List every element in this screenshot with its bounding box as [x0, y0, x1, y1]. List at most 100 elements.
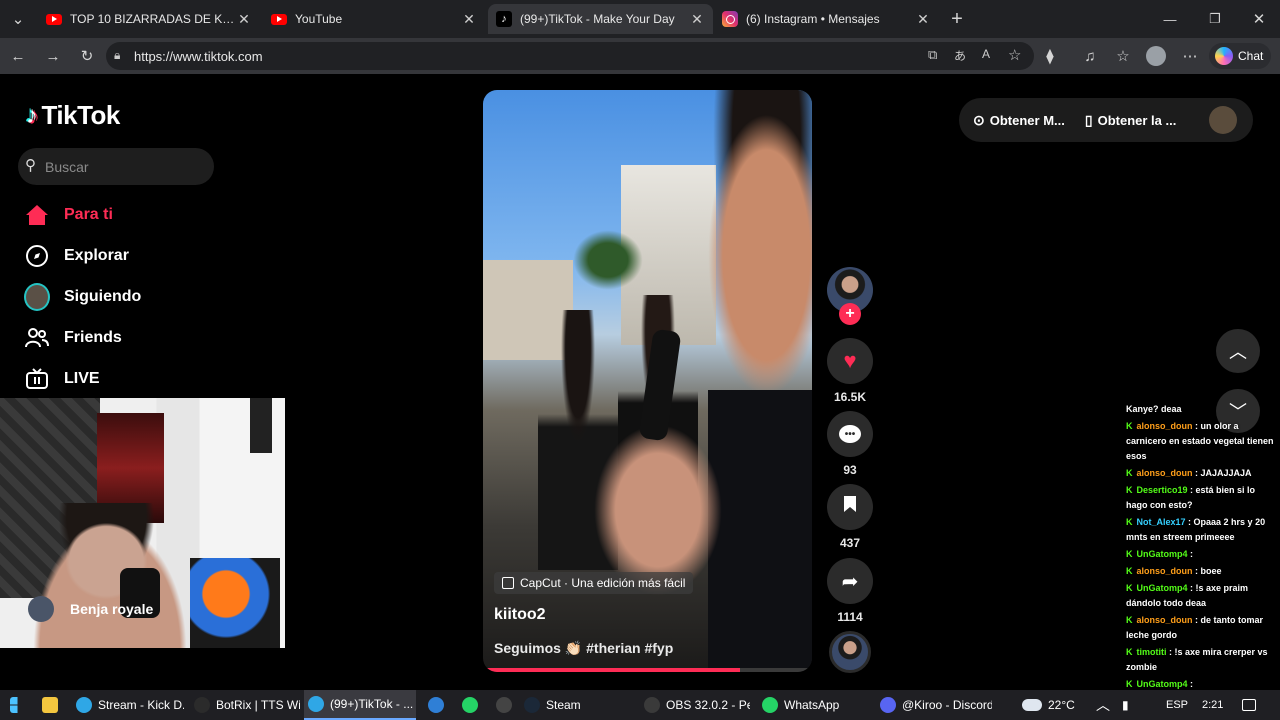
get-desktop-button[interactable]: ▯ Obtener la ... [1085, 112, 1176, 129]
profile-avatar-icon[interactable] [1146, 46, 1166, 66]
comment-button[interactable]: ••• [827, 411, 873, 457]
mail-icon [428, 697, 444, 713]
browser-tab[interactable]: YouTube ✕ [263, 4, 485, 34]
chat-separator: : [1192, 468, 1201, 478]
comment-count: 93 [843, 463, 857, 477]
clock[interactable]: 2:21 [1202, 690, 1223, 720]
restore-icon[interactable]: ❐ [1205, 9, 1225, 29]
more-menu-icon[interactable]: ⋯ [1180, 46, 1200, 66]
chat-username: Desertico19 [1136, 485, 1188, 495]
webcam-person [20, 503, 200, 648]
tab-title: (99+)TikTok - Make Your Day [520, 12, 675, 26]
video-frame-palm [573, 230, 643, 290]
profile-avatar[interactable] [1209, 106, 1237, 134]
open-in-app-icon[interactable]: ⧉ [928, 47, 937, 63]
close-window-icon[interactable]: ✕ [1249, 9, 1269, 29]
capcut-icon [502, 577, 514, 589]
notification-icon[interactable] [1242, 690, 1262, 720]
sound-avatar[interactable] [829, 631, 871, 673]
chevron-up-icon: ︿ [1229, 342, 1247, 362]
taskbar-app-label: BotRix | TTS Wi... [216, 698, 300, 712]
stream-chat-overlay: Kanye? deaa Kalonso_doun : un olor a carn… [1126, 402, 1276, 690]
back-icon[interactable]: ← [8, 46, 28, 66]
nav-item-explore[interactable]: Explorar [24, 241, 129, 271]
account-avatar [28, 596, 54, 622]
new-tab-icon[interactable]: + [947, 8, 967, 30]
close-tab-icon[interactable]: ✕ [461, 11, 477, 28]
tray-network-icon[interactable]: ▮ [1122, 690, 1129, 720]
chat-username: timotiti [1136, 647, 1167, 657]
forward-icon[interactable]: → [43, 46, 63, 66]
taskbar-app-label: Stream - Kick D... [98, 698, 184, 712]
like-button[interactable]: ♥ [827, 338, 873, 384]
weather-widget[interactable]: 22°C [1022, 690, 1075, 720]
chat-username: alonso_doun [1136, 566, 1193, 576]
follow-plus-button[interactable]: + [839, 303, 861, 325]
tray-chevron-icon[interactable]: ︿ [1096, 690, 1110, 720]
kick-badge-icon: K [1126, 485, 1133, 495]
tab-list-chevron-icon[interactable]: ⌄ [8, 9, 28, 29]
taskbar-app[interactable] [458, 690, 484, 720]
close-tab-icon[interactable]: ✕ [689, 11, 705, 28]
video-author[interactable]: kiitoo2 [494, 606, 546, 624]
kick-badge-icon: K [1126, 566, 1133, 576]
browser-tab[interactable]: TOP 10 BIZARRADAS DE KANYE W ✕ [38, 4, 260, 34]
close-tab-icon[interactable]: ✕ [236, 11, 252, 28]
address-bar[interactable]: 🔒︎ https://www.tiktok.com ⧉ あ A ☆ [106, 42, 1034, 70]
file-explorer-button[interactable] [42, 690, 64, 720]
search-placeholder: Buscar [45, 158, 89, 175]
close-tab-icon[interactable]: ✕ [915, 11, 931, 28]
tab-title: YouTube [295, 12, 343, 26]
video-caption: Seguimos 👏🏻 #therian #fyp [494, 640, 674, 656]
extensions-icon[interactable]: ⧫ [1040, 46, 1060, 66]
steam-icon [524, 697, 540, 713]
taskbar-app[interactable]: WhatsApp [758, 690, 868, 720]
tiktok-icon: ♪ [496, 11, 512, 27]
minimize-icon[interactable]: — [1160, 9, 1180, 29]
browser-tab[interactable]: (6) Instagram • Mensajes ✕ [714, 4, 939, 34]
language-indicator[interactable]: ESP [1166, 690, 1188, 720]
windows-start-button[interactable] [10, 690, 32, 720]
browser-tab-active[interactable]: ♪ (99+)TikTok - Make Your Day ✕ [488, 4, 713, 34]
taskbar-app[interactable] [424, 690, 450, 720]
video-progress-fill [483, 668, 740, 672]
taskbar-app-label: Steam [546, 698, 581, 712]
taskbar-app[interactable]: OBS 32.0.2 - Pe... [640, 690, 750, 720]
nav-item-following[interactable]: Siguiendo [24, 282, 141, 312]
search-input[interactable]: ⚲ Buscar [18, 148, 214, 185]
taskbar-app[interactable]: Stream - Kick D... [72, 690, 184, 720]
taskbar-app[interactable] [492, 690, 518, 720]
nav-item-for-you[interactable]: Para ti [24, 200, 113, 230]
save-button[interactable] [827, 484, 873, 530]
media-icon[interactable]: ♫ [1080, 46, 1100, 66]
taskbar-app[interactable]: BotRix | TTS Wi... [190, 690, 300, 720]
refresh-icon[interactable]: ↻ [77, 46, 97, 66]
video-player[interactable]: CapCut · Una edición más fácil kiitoo2 S… [483, 90, 812, 672]
favorite-star-icon[interactable]: ☆ [1008, 46, 1021, 64]
webcam-pillow [190, 558, 280, 648]
translate-icon[interactable]: あ [954, 47, 966, 64]
nav-item-friends[interactable]: Friends [24, 323, 122, 353]
cloud-icon [1022, 699, 1042, 711]
favorites-icon[interactable]: ☆ [1113, 46, 1133, 66]
windows-icon [10, 697, 18, 713]
save-count: 437 [839, 536, 861, 550]
copilot-chat-button[interactable]: Chat [1209, 43, 1271, 69]
chat-separator: : [1166, 647, 1175, 657]
read-aloud-icon[interactable]: A [982, 47, 990, 61]
get-app-button[interactable]: ⊙ Obtener M... [973, 112, 1065, 129]
taskbar-app[interactable]: Steam [520, 690, 630, 720]
video-progress-bar[interactable] [483, 668, 812, 672]
nav-item-live[interactable]: LIVE [24, 364, 100, 394]
previous-video-button[interactable]: ︿ [1216, 329, 1260, 373]
taskbar-app-label: WhatsApp [784, 698, 840, 712]
taskbar-app[interactable]: @Kiroo - Discord [876, 690, 992, 720]
chat-message: Kanye? deaa [1126, 402, 1276, 417]
taskbar-app[interactable]: (99+)TikTok - ... [304, 690, 416, 720]
tiktok-logo[interactable]: ♪ TikTok [26, 100, 120, 131]
chat-text: Kanye? deaa [1126, 404, 1182, 414]
capcut-tag[interactable]: CapCut · Una edición más fácil [494, 572, 694, 594]
kick-badge-icon: K [1126, 549, 1133, 559]
following-account-item[interactable]: Benja royale [28, 596, 153, 622]
share-button[interactable]: ➦ [827, 558, 873, 604]
